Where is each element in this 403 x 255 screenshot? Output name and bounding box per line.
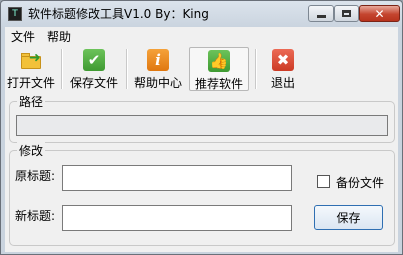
toolbar-separator (61, 49, 63, 89)
app-window: T 软件标题修改工具V1.0 By：King ✕ 文件 帮助 ➜ 打开文件 ✔ (0, 0, 403, 255)
original-title-label: 原标题: (15, 169, 56, 183)
save-check-icon: ✔ (83, 49, 105, 71)
save-button[interactable]: 保存 (314, 205, 383, 230)
edit-group-legend: 修改 (17, 142, 46, 159)
close-icon: ✕ (374, 6, 385, 21)
title-bar[interactable]: T 软件标题修改工具V1.0 By：King ✕ (1, 1, 402, 27)
recommend-software-label: 推荐软件 (194, 77, 243, 91)
minimize-button[interactable] (308, 5, 334, 22)
maximize-icon (342, 10, 351, 17)
save-file-button[interactable]: ✔ 保存文件 (65, 47, 123, 91)
app-icon[interactable]: T (8, 7, 22, 21)
open-file-button[interactable]: ➜ 打开文件 (5, 47, 57, 91)
new-title-label: 新标题: (15, 209, 56, 223)
exit-label: 退出 (270, 76, 295, 90)
menu-file[interactable]: 文件 (11, 28, 35, 45)
recommend-icon: 👍 (208, 50, 230, 72)
save-file-label: 保存文件 (69, 76, 118, 90)
path-field (16, 115, 388, 136)
window-title: 软件标题修改工具V1.0 By：King (28, 7, 209, 21)
open-file-label: 打开文件 (6, 76, 55, 90)
path-group-legend: 路径 (17, 93, 46, 110)
recommend-software-button[interactable]: 👍 推荐软件 (189, 47, 249, 91)
info-icon: i (147, 49, 169, 71)
open-folder-icon: ➜ (20, 49, 42, 71)
maximize-button[interactable] (334, 5, 359, 22)
menu-help[interactable]: 帮助 (47, 28, 71, 45)
new-title-input[interactable] (62, 205, 292, 231)
close-button[interactable]: ✕ (359, 5, 400, 22)
exit-button[interactable]: ✖ 退出 (263, 47, 303, 91)
exit-icon: ✖ (272, 49, 294, 71)
minimize-icon (316, 15, 326, 18)
toolbar-separator (126, 49, 128, 89)
backup-checkbox[interactable] (317, 175, 330, 188)
help-center-label: 帮助中心 (133, 76, 182, 90)
original-title-input[interactable] (62, 165, 292, 191)
backup-checkbox-label[interactable]: 备份文件 (336, 174, 384, 191)
path-group: 路径 (9, 93, 395, 143)
menu-bar: 文件 帮助 (5, 27, 398, 45)
help-center-button[interactable]: i 帮助中心 (129, 47, 187, 91)
toolbar: ➜ 打开文件 ✔ 保存文件 i 帮助中心 👍 推荐软件 ✖ 退出 (5, 47, 398, 91)
toolbar-separator (255, 49, 257, 89)
edit-group: 修改 原标题: 新标题: 备份文件 保存 (9, 142, 395, 246)
client-area: 文件 帮助 ➜ 打开文件 ✔ 保存文件 i 帮助中心 👍 推荐软件 ✖ 退出 路… (5, 27, 398, 252)
